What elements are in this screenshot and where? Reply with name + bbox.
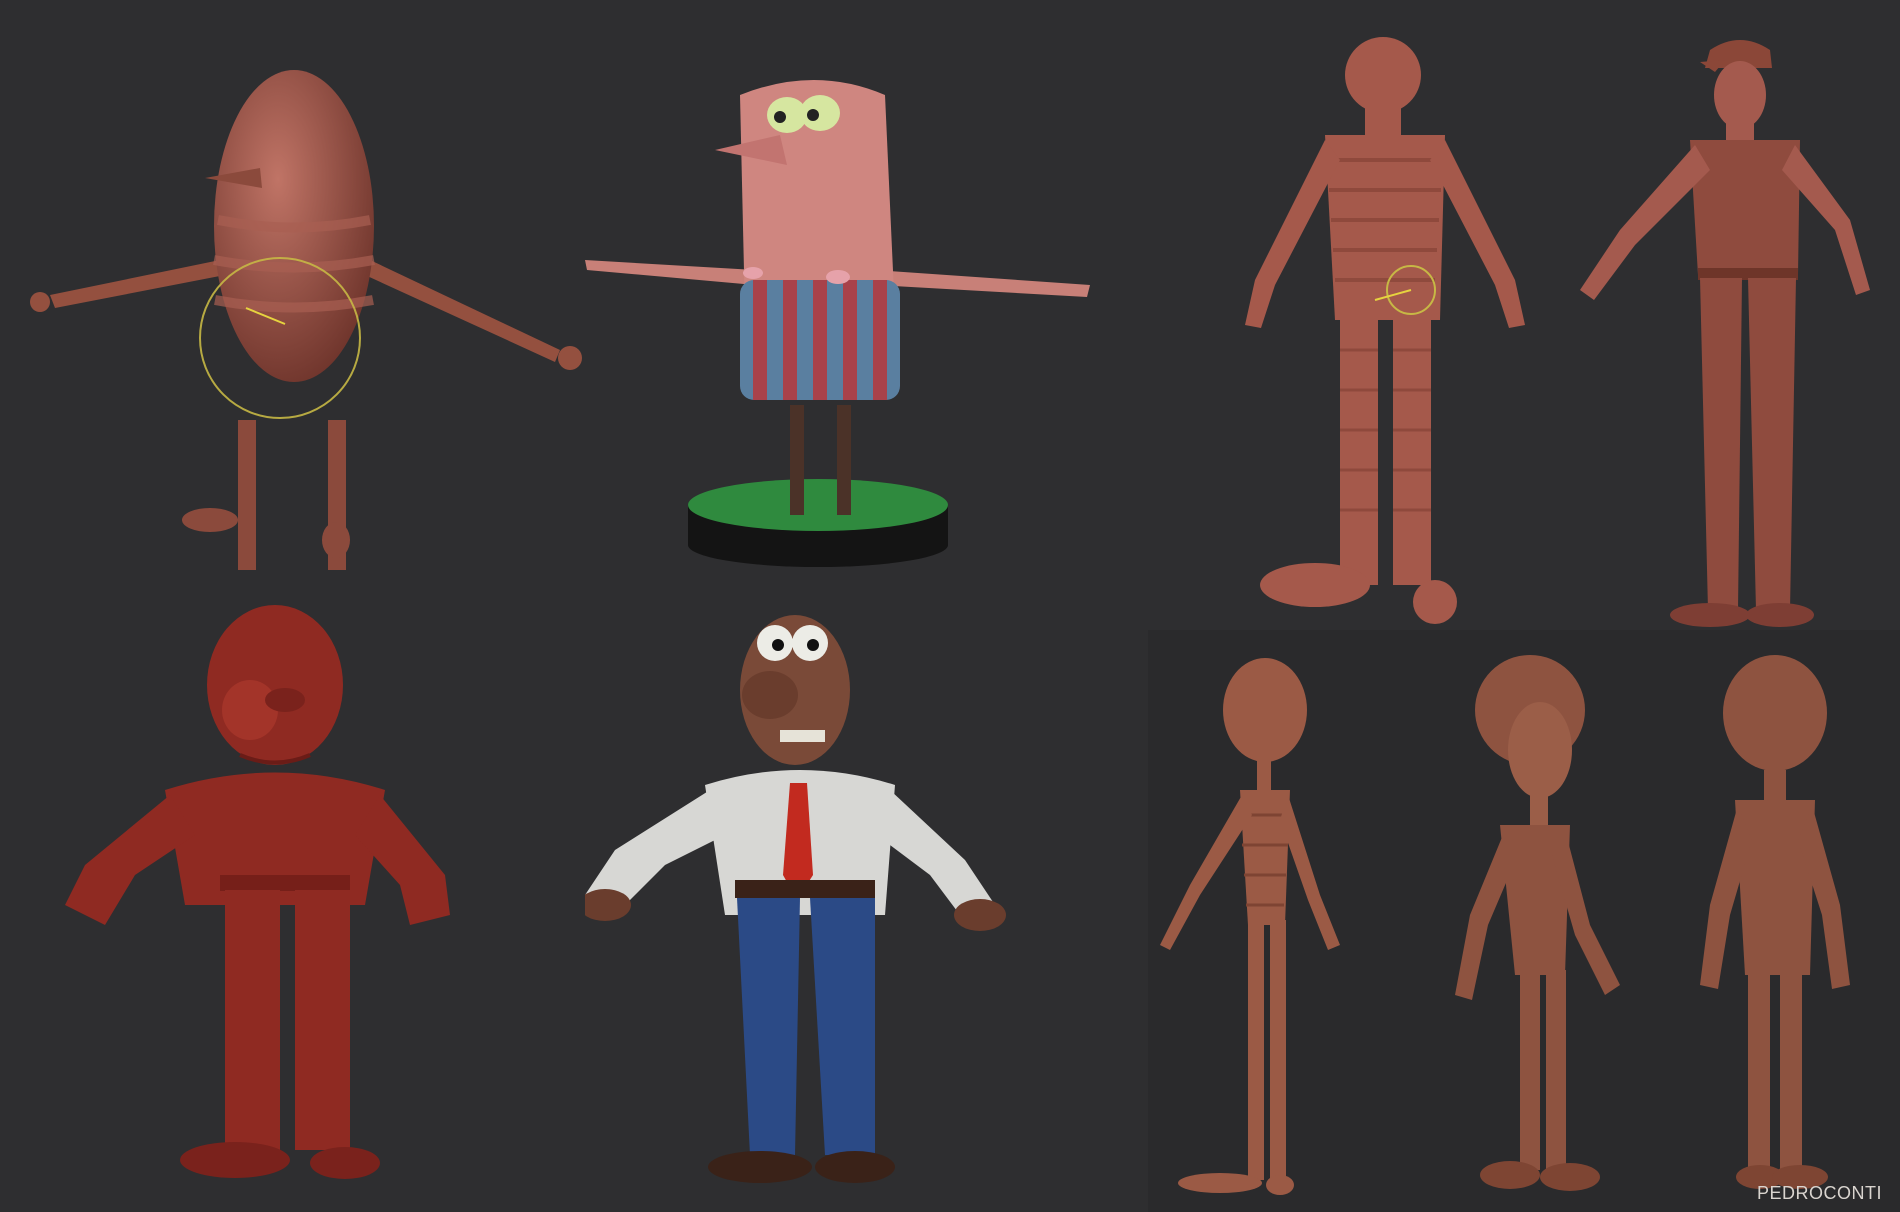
muscular-man-figure [1550, 20, 1890, 630]
artist-signature: PEDROCONTI [1756, 1183, 1882, 1203]
pink-cartoon-man-figure [575, 55, 1095, 575]
long-hair-man-back-figure [1680, 655, 1880, 1195]
painted-man-figure [585, 615, 1015, 1185]
egg-mannequin-figure [10, 60, 610, 570]
thin-mannequin-figure [1140, 655, 1360, 1200]
sculpt-gallery: PEDROCONTI [0, 0, 1900, 1212]
red-clay-man-figure [45, 605, 465, 1185]
long-hair-man-side-figure [1440, 655, 1640, 1195]
segmented-mannequin-figure [1195, 20, 1555, 630]
